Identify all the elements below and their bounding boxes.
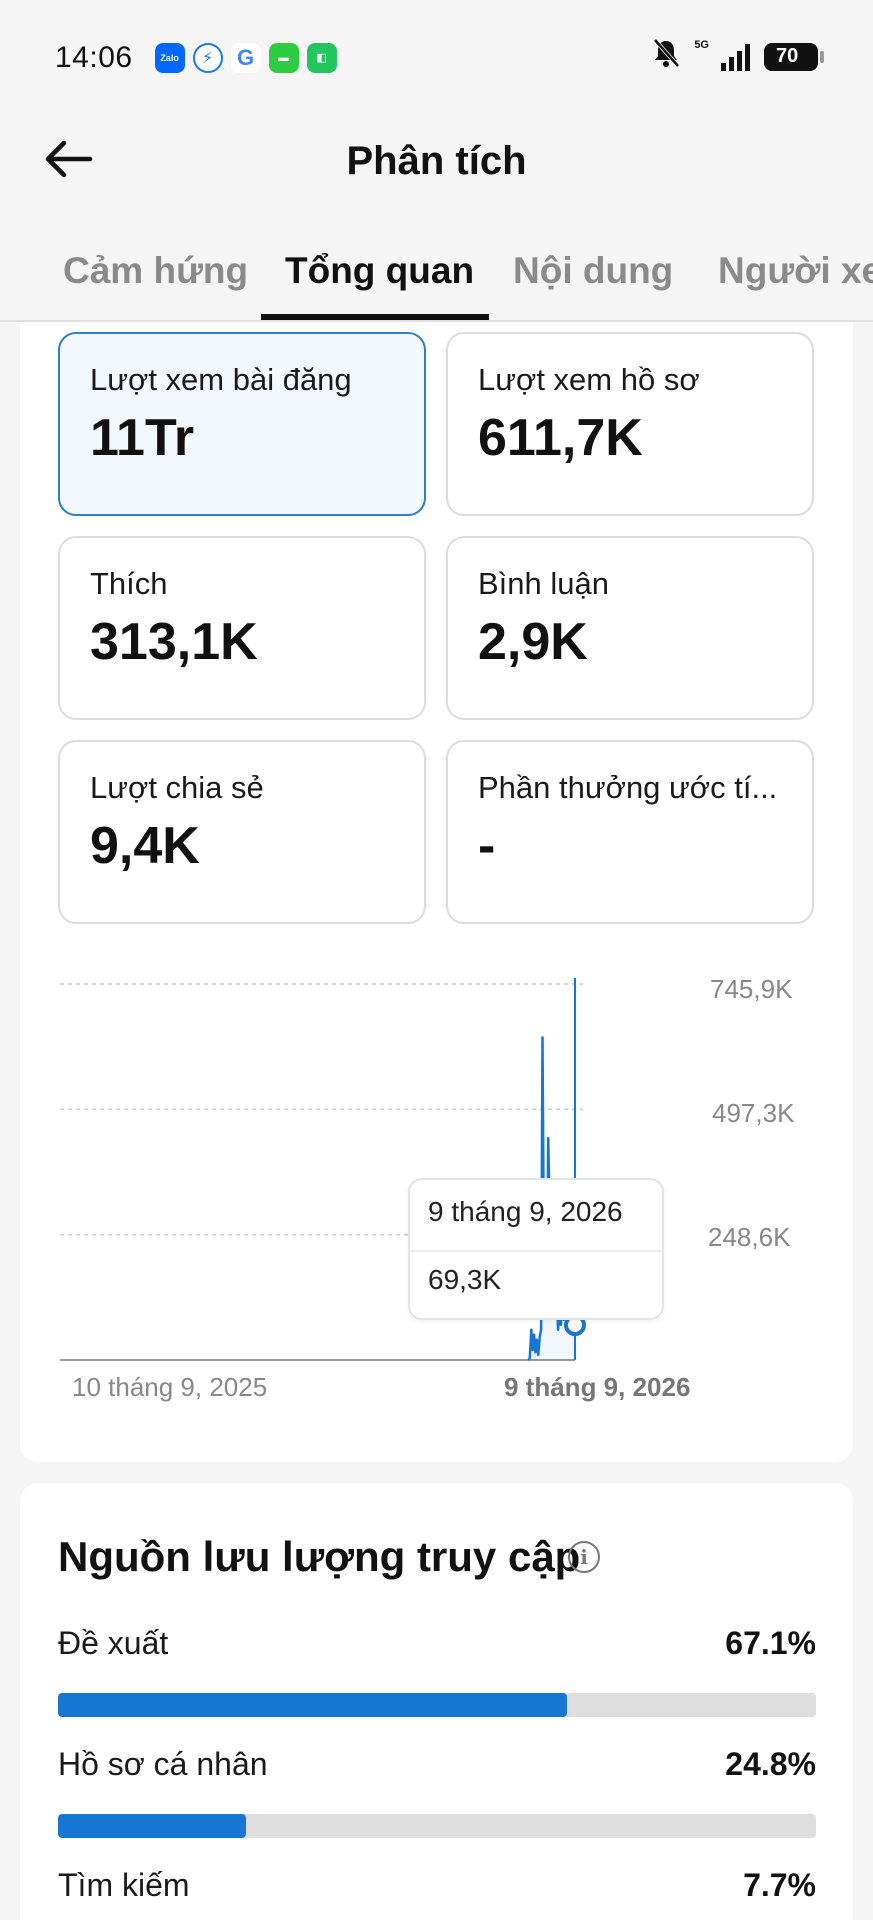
network-type: 5G — [694, 38, 709, 51]
metric-value: 11Tr — [90, 409, 195, 467]
chart-tooltip: 9 tháng 9, 2026 69,3K — [408, 1178, 664, 1320]
metric-value: 313,1K — [90, 613, 258, 671]
messages-icon: ▬ — [268, 42, 299, 73]
progress-track — [58, 1814, 816, 1838]
progress-fill — [58, 1814, 246, 1838]
metric-label: Lượt xem hồ sơ — [478, 362, 700, 397]
y-tick-label: 248,6K — [708, 1222, 791, 1252]
source-percent: 7.7% — [743, 1867, 816, 1903]
tab-viewers[interactable]: Người xe — [718, 250, 873, 292]
zalo-icon: Zalo — [154, 42, 185, 73]
metric-value: - — [478, 817, 496, 875]
metric-value: 2,9K — [478, 613, 588, 671]
battery-level: 70 — [776, 45, 799, 67]
x-tick-label: 9 tháng 9, 2026 — [504, 1372, 691, 1402]
source-percent: 24.8% — [725, 1746, 816, 1782]
y-tick-label: 497,3K — [712, 1098, 795, 1128]
tab-inspiration[interactable]: Cảm hứng — [63, 250, 248, 292]
metric-estimated-rewards[interactable]: Phần thưởng ước tí... - — [446, 740, 814, 924]
traffic-sources-card: Nguồn lưu lượng truy cập i Đề xuất 67.1%… — [20, 1483, 853, 1920]
signal-icon — [721, 43, 750, 71]
metric-label: Lượt xem bài đăng — [90, 362, 352, 397]
tooltip-divider — [410, 1250, 662, 1252]
section-title: Nguồn lưu lượng truy cập — [58, 1533, 581, 1580]
metric-label: Thích — [90, 566, 168, 601]
source-percent: 67.1% — [725, 1625, 816, 1661]
y-tick-label: 745,9K — [710, 974, 793, 1004]
status-bar: 14:06 Zalo ⚡ G ▬ ◧ 5G 70 — [0, 0, 873, 115]
source-name: Hồ sơ cá nhân — [58, 1746, 268, 1782]
tab-overview[interactable]: Tổng quan — [285, 250, 474, 292]
tooltip-date: 9 tháng 9, 2026 — [428, 1196, 623, 1227]
progress-fill — [58, 1693, 567, 1717]
metric-comments[interactable]: Bình luận 2,9K — [446, 536, 814, 720]
active-tab-indicator — [261, 314, 489, 320]
x-tick-label: 10 tháng 9, 2025 — [72, 1372, 268, 1402]
status-time: 14:06 — [55, 40, 133, 74]
source-name: Đề xuất — [58, 1625, 169, 1661]
info-icon[interactable]: i — [568, 1541, 600, 1573]
metric-shares[interactable]: Lượt chia sẻ 9,4K — [58, 740, 426, 924]
metric-label: Phần thưởng ước tí... — [478, 770, 778, 805]
metric-post-views[interactable]: Lượt xem bài đăng 11Tr — [58, 332, 426, 516]
progress-track — [58, 1693, 816, 1717]
metric-value: 9,4K — [90, 817, 200, 875]
store-icon: ◧ — [306, 42, 337, 73]
metric-likes[interactable]: Thích 313,1K — [58, 536, 426, 720]
tooltip-value: 69,3K — [428, 1264, 502, 1295]
metric-label: Lượt chia sẻ — [90, 770, 264, 805]
tab-bar: Cảm hứng Tổng quan Nội dung Người xe — [0, 230, 873, 322]
status-right: 5G 70 — [652, 38, 824, 75]
page-title: Phân tích — [346, 139, 527, 183]
google-icon: G — [230, 42, 261, 73]
metric-profile-views[interactable]: Lượt xem hồ sơ 611,7K — [446, 332, 814, 516]
notification-icons: Zalo ⚡ G ▬ ◧ — [154, 42, 337, 73]
header: Phân tích — [0, 115, 873, 205]
metric-label: Bình luận — [478, 566, 609, 601]
bell-muted-icon — [652, 38, 680, 75]
messenger-icon: ⚡ — [192, 42, 223, 73]
battery-icon: 70 — [764, 42, 824, 71]
metric-value: 611,7K — [478, 409, 643, 467]
source-name: Tìm kiếm — [58, 1867, 190, 1903]
tab-content[interactable]: Nội dung — [513, 250, 673, 292]
